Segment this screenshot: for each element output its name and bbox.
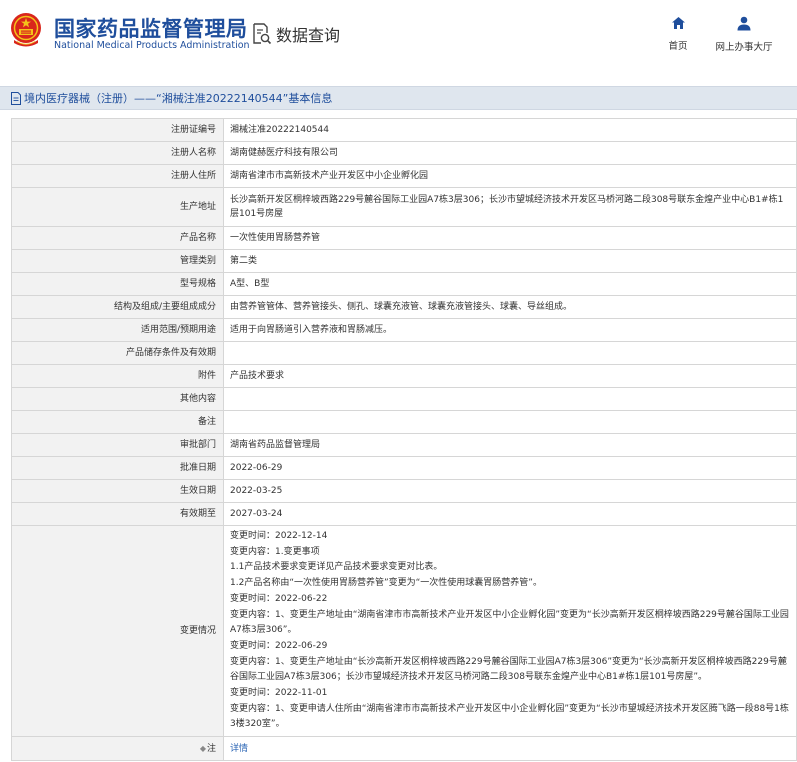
table-row: 变更情况 变更时间：2022-12-14 变更内容：1.变更事项 1.1产品技术…	[11, 524, 797, 738]
row-value: 由营养管管体、营养管接头、侧孔、球囊充液管、球囊充液管接头、球囊、导丝组成。	[223, 295, 797, 319]
breadcrumb-text: 境内医疗器械（注册）——“湘械注准20222140544”基本信息	[24, 92, 333, 105]
table-row: 注册证编号 湘械注准20222140544	[11, 118, 797, 142]
table-row: 其他内容	[11, 387, 797, 411]
table-row: 管理类别 第二类	[11, 249, 797, 273]
data-query-label: 数据查询	[276, 26, 341, 45]
row-key: 备注	[11, 410, 224, 434]
row-value: 一次性使用胃肠营养管	[223, 226, 797, 250]
national-emblem-icon	[11, 13, 41, 47]
data-query-heading: 数据查询	[252, 20, 340, 48]
row-key: 生产地址	[11, 187, 224, 227]
row-value: 第二类	[223, 249, 797, 273]
row-key: 注册人住所	[11, 164, 224, 188]
table-row: 生产地址 长沙高新开发区桐梓坡西路229号麓谷国际工业园A7栋3层306；长沙市…	[11, 187, 797, 227]
details-link[interactable]: 详情	[230, 744, 248, 754]
row-value	[223, 410, 797, 434]
table-row: 备注	[11, 410, 797, 434]
site-header: 国家药品监督管理局 National Medical Products Admi…	[0, 0, 797, 70]
row-value: 适用于向胃肠道引入营养液和胃肠减压。	[223, 318, 797, 342]
table-row: 型号规格 A型、B型	[11, 272, 797, 296]
row-key: 批准日期	[11, 456, 224, 480]
change-history-value: 变更时间：2022-12-14 变更内容：1.变更事项 1.1产品技术要求变更详…	[223, 524, 797, 738]
table-row: 有效期至 2027-03-24	[11, 502, 797, 526]
table-row: 结构及组成/主要组成成分 由营养管管体、营养管接头、侧孔、球囊充液管、球囊充液管…	[11, 295, 797, 319]
table-row: 产品名称 一次性使用胃肠营养管	[11, 226, 797, 250]
row-value: 2022-03-25	[223, 479, 797, 503]
row-key-note: ◆注	[11, 736, 224, 762]
row-key: 有效期至	[11, 502, 224, 526]
site-title: 国家药品监督管理局	[54, 17, 248, 41]
row-key: 注册证编号	[11, 118, 224, 142]
nav-home-link[interactable]: 首页	[643, 16, 713, 53]
table-row: 适用范围/预期用途 适用于向胃肠道引入营养液和胃肠减压。	[11, 318, 797, 342]
nav-service-hall-link[interactable]: 网上办事大厅	[709, 16, 779, 54]
row-key: 审批部门	[11, 433, 224, 457]
row-value: 产品技术要求	[223, 364, 797, 388]
row-key: 注册人名称	[11, 141, 224, 165]
row-key: 附件	[11, 364, 224, 388]
table-row: 审批部门 湖南省药品监督管理局	[11, 433, 797, 457]
row-value: 2027-03-24	[223, 502, 797, 526]
registration-detail-table: 注册证编号 湘械注准20222140544 注册人名称 湖南健赫医疗科技有限公司…	[11, 118, 797, 762]
row-key: 生效日期	[11, 479, 224, 503]
note-key-label: 注	[206, 743, 216, 754]
table-row: 生效日期 2022-03-25	[11, 479, 797, 503]
row-key: 其他内容	[11, 387, 224, 411]
row-key: 变更情况	[11, 524, 224, 738]
row-value: 湖南健赫医疗科技有限公司	[223, 141, 797, 165]
row-value	[223, 387, 797, 411]
table-row: 注册人住所 湖南省津市市高新技术产业开发区中小企业孵化园	[11, 164, 797, 188]
nav-service-hall-label: 网上办事大厅	[715, 42, 773, 53]
site-subtitle: National Medical Products Administration	[54, 40, 250, 51]
table-row: 注册人名称 湖南健赫医疗科技有限公司	[11, 141, 797, 165]
breadcrumb: 境内医疗器械（注册）——“湘械注准20222140544”基本信息	[0, 86, 797, 110]
row-value: 2022-06-29	[223, 456, 797, 480]
table-row: 产品储存条件及有效期	[11, 341, 797, 365]
row-value: 长沙高新开发区桐梓坡西路229号麓谷国际工业园A7栋3层306；长沙市望城经济技…	[223, 187, 797, 227]
row-value: 湘械注准20222140544	[223, 118, 797, 142]
home-icon	[671, 17, 685, 29]
row-value: 湖南省津市市高新技术产业开发区中小企业孵化园	[223, 164, 797, 188]
table-row: ◆注 详情	[11, 736, 797, 762]
nav-home-label: 首页	[668, 41, 688, 52]
row-value	[223, 341, 797, 365]
row-key: 管理类别	[11, 249, 224, 273]
document-icon	[11, 91, 21, 105]
table-row: 附件 产品技术要求	[11, 364, 797, 388]
table-row: 批准日期 2022-06-29	[11, 456, 797, 480]
row-key: 产品名称	[11, 226, 224, 250]
row-key: 适用范围/预期用途	[11, 318, 224, 342]
row-value: A型、B型	[223, 272, 797, 296]
row-key: 产品储存条件及有效期	[11, 341, 224, 365]
document-search-icon	[253, 23, 272, 45]
row-value: 详情	[223, 736, 797, 762]
bullet-icon: ◆	[199, 743, 206, 753]
row-key: 型号规格	[11, 272, 224, 296]
user-icon	[737, 16, 751, 31]
row-value: 湖南省药品监督管理局	[223, 433, 797, 457]
row-key: 结构及组成/主要组成成分	[11, 295, 224, 319]
